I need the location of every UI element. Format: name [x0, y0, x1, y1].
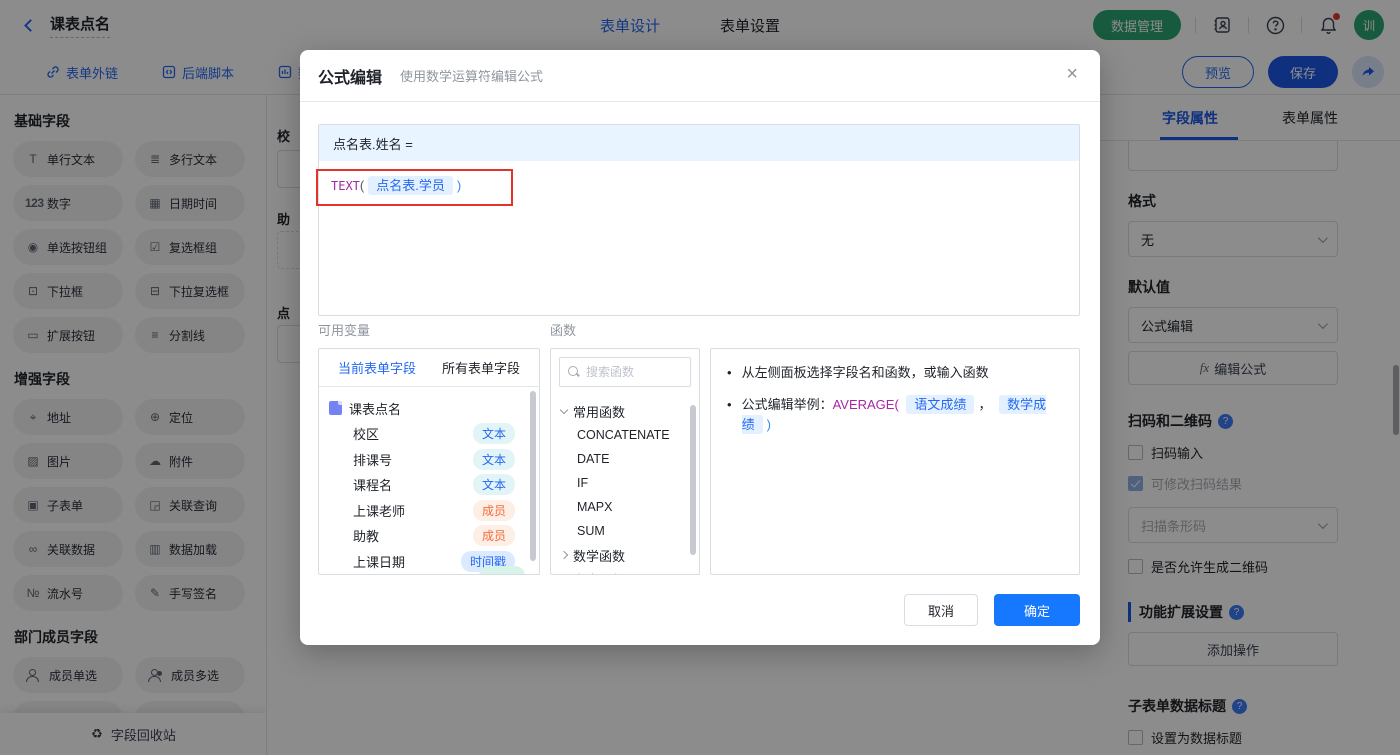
variable-row[interactable]: 助教 成员 [329, 523, 529, 549]
variables-label: 可用变量 [318, 323, 371, 338]
close-icon[interactable]: × [1066, 64, 1078, 84]
function-search [559, 357, 691, 387]
help-body: • 从左侧面板选择字段名和函数，或输入函数 • 公式编辑举例：AVERAGE( … [711, 349, 1079, 461]
example-paren-close: ) [766, 417, 771, 432]
function-search-input[interactable] [586, 365, 681, 379]
formula-edit-modal: 公式编辑 使用数学运算符编辑公式 × 点名表.姓名 = TEXT(点名表.学员)… [300, 50, 1100, 645]
variables-tree: 课表点名 校区 文本 排课号 文本 课程名 文本 上课老师 成员 助教 成员 上… [319, 387, 539, 574]
app-screen: 课表点名 表单设计 表单设置 数据管理 训 表单外链 后端脚本 预览 保存 基础… [0, 0, 1400, 755]
function-item[interactable]: DATE [561, 447, 689, 471]
document-icon [329, 401, 342, 415]
type-badge: 成员 [472, 525, 515, 547]
help-tip-2: • 公式编辑举例：AVERAGE( 语文成绩， 数学成绩) [727, 395, 1063, 435]
paren-close: ) [456, 178, 462, 193]
confirm-button[interactable]: 确定 [994, 594, 1080, 626]
formula-editor: 点名表.姓名 = TEXT(点名表.学员) [318, 124, 1080, 316]
functions-panel: 常用函数 CONCATENATE DATE IF MAPX SUM 数学函数 文… [550, 348, 700, 575]
help-tip-1: • 从左侧面板选择字段名和函数，或输入函数 [727, 363, 1063, 383]
formula-help-panel: • 从左侧面板选择字段名和函数，或输入函数 • 公式编辑举例：AVERAGE( … [710, 348, 1080, 575]
function-group-text[interactable]: 文本函数 [561, 567, 689, 575]
variable-row[interactable]: 课程名 文本 [329, 472, 529, 498]
function-group-math[interactable]: 数学函数 [559, 543, 689, 567]
tab-current-form-fields[interactable]: 当前表单字段 [338, 358, 416, 377]
type-badge: 文本 [472, 423, 515, 445]
type-badge: 文本 [472, 448, 515, 470]
variables-panel: 当前表单字段 所有表单字段 课表点名 校区 文本 排课号 文本 课程名 文本 上… [318, 348, 540, 575]
variable-chip[interactable]: 点名表.学员 [368, 176, 453, 195]
function-name: TEXT [331, 179, 360, 193]
caret-down-icon [559, 405, 569, 414]
functions-scrollbar[interactable] [690, 405, 696, 555]
function-item[interactable]: MAPX [561, 495, 689, 519]
formula-target-expression: 点名表.姓名 = [319, 125, 1079, 161]
search-icon [568, 366, 580, 378]
bullet-icon: • [727, 397, 732, 412]
type-badge: 文本 [472, 474, 515, 496]
example-chip: 语文成绩 [906, 395, 975, 414]
cancel-button[interactable]: 取消 [904, 594, 978, 626]
variable-row[interactable]: 校区 文本 [329, 421, 529, 447]
function-group-common[interactable]: 常用函数 [559, 399, 689, 423]
caret-right-icon [559, 550, 569, 560]
modal-footer: 取消 确定 [904, 594, 1080, 626]
type-badge: 成员 [472, 499, 515, 521]
tab-all-form-fields[interactable]: 所有表单字段 [442, 358, 520, 377]
modal-subtitle: 使用数学运算符编辑公式 [400, 69, 544, 84]
variables-scrollbar[interactable] [530, 391, 536, 561]
function-item[interactable]: IF [561, 471, 689, 495]
modal-header: 公式编辑 使用数学运算符编辑公式 × [300, 50, 1100, 102]
bullet-icon: • [727, 365, 732, 380]
tree-root-form[interactable]: 课表点名 [329, 395, 529, 421]
clipped-type-badge [479, 566, 525, 574]
variable-row[interactable]: 上课老师 成员 [329, 498, 529, 524]
function-tree: 常用函数 CONCATENATE DATE IF MAPX SUM 数学函数 文… [551, 395, 699, 575]
formula-input-area[interactable]: TEXT(点名表.学员) [319, 161, 1079, 315]
variables-tabs: 当前表单字段 所有表单字段 [319, 349, 539, 387]
function-item[interactable]: CONCATENATE [561, 423, 689, 447]
functions-label: 函数 [550, 323, 577, 338]
function-item[interactable]: SUM [561, 519, 689, 543]
variable-row[interactable]: 排课号 文本 [329, 447, 529, 473]
example-function: AVERAGE( [832, 397, 899, 412]
paren-open: ( [359, 178, 365, 193]
modal-title: 公式编辑 [318, 69, 383, 87]
